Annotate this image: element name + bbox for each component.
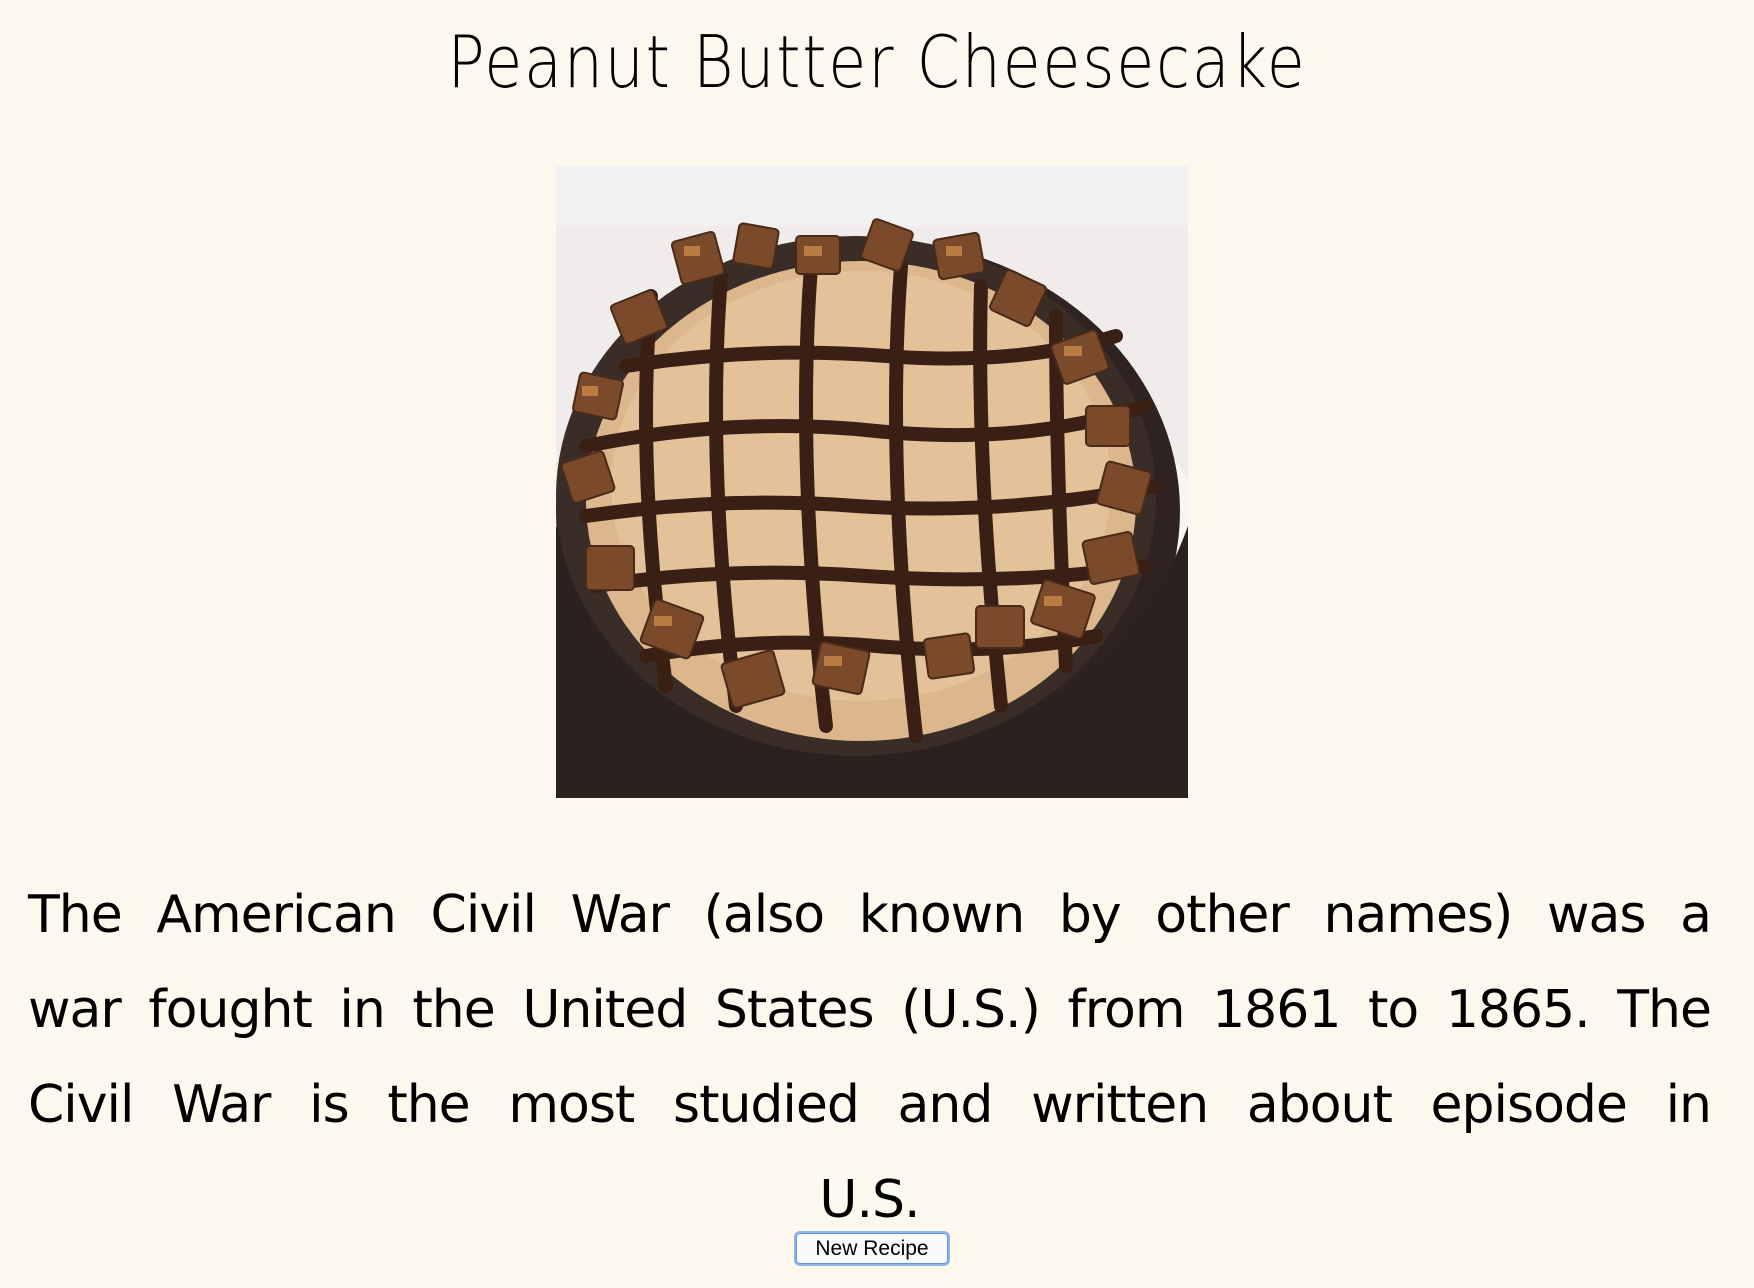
cheesecake-image: [556, 166, 1188, 798]
recipe-photo: [556, 166, 1188, 798]
new-recipe-button[interactable]: New Recipe: [794, 1231, 950, 1266]
recipe-page: Peanut Butter Cheesecake The American Ci…: [0, 0, 1754, 1288]
recipe-description: The American Civil War (also known by ot…: [28, 885, 1712, 1230]
recipe-title: Peanut Butter Cheesecake: [447, 20, 1307, 104]
